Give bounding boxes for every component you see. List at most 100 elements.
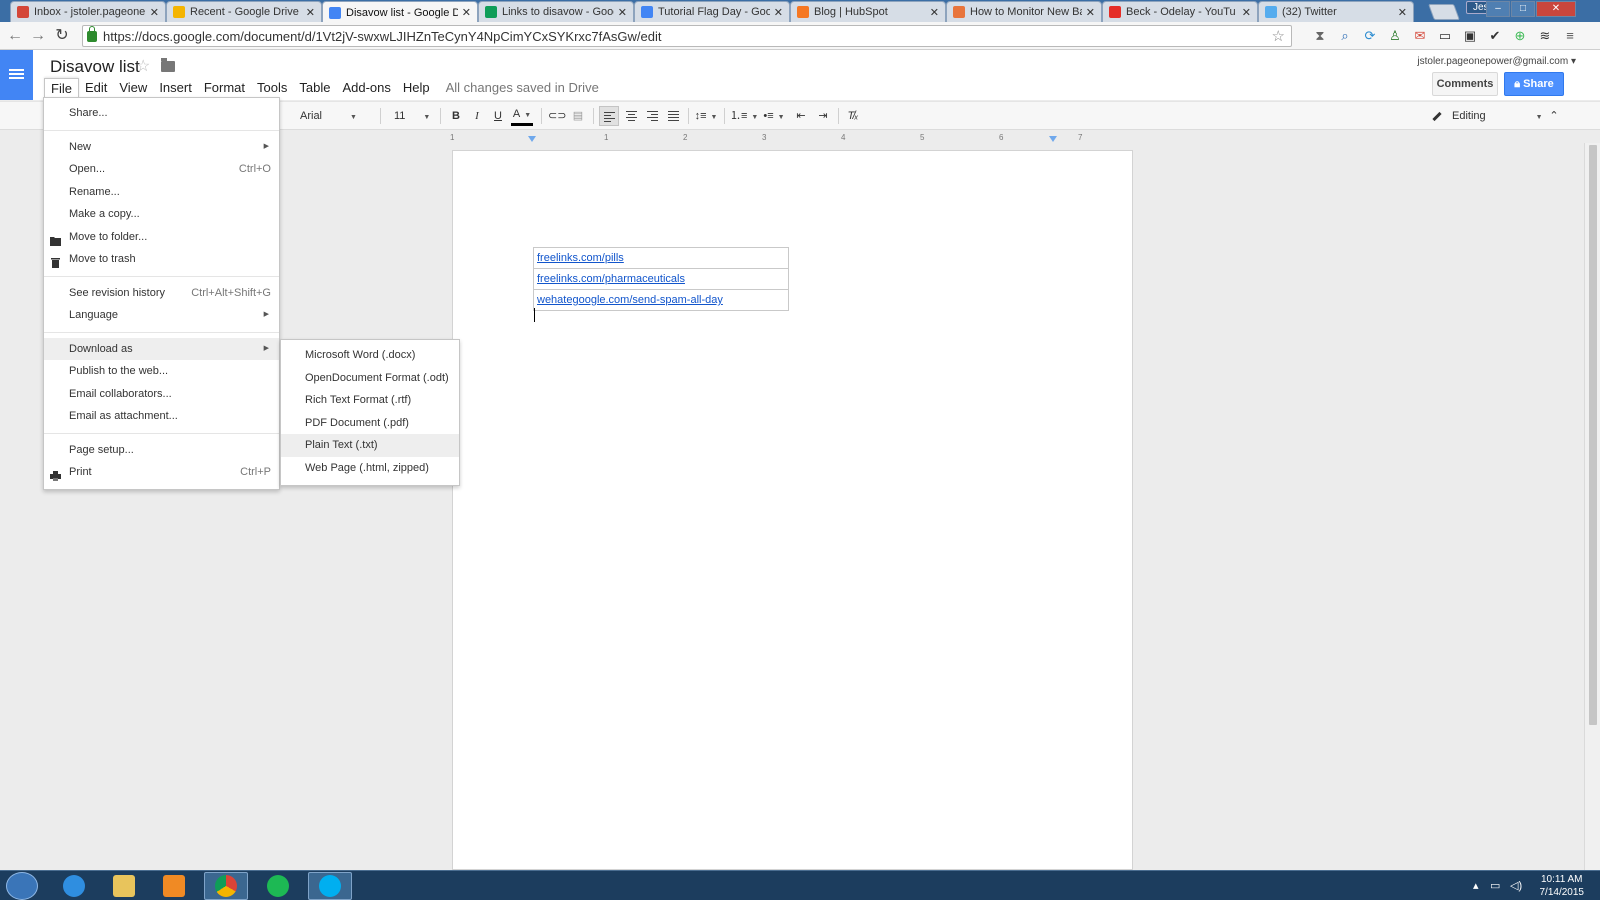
file-menu-download-as[interactable]: Download as ▶ <box>44 337 279 360</box>
address-bar[interactable]: https://docs.google.com/document/d/1Vt2j… <box>82 25 1292 47</box>
collapse-chevron-icon[interactable]: ⌃ <box>1545 106 1563 126</box>
ruler[interactable]: 1 1 2 3 4 5 6 7 <box>450 131 1133 143</box>
check-extension-icon[interactable]: ✔ <box>1486 27 1504 45</box>
file-menu-see-revision-history[interactable]: See revision history Ctrl+Alt+Shift+G <box>44 282 279 305</box>
url-text[interactable]: https://docs.google.com/document/d/1Vt2j… <box>103 29 1272 44</box>
table-cell[interactable]: freelinks.com/pharmaceuticals <box>533 268 789 290</box>
download-option[interactable]: Plain Text (.txt) <box>281 434 459 457</box>
close-window-button[interactable]: ✕ <box>1536 1 1576 17</box>
insert-comment-icon[interactable]: ▤ <box>570 106 586 126</box>
add-extension-icon[interactable]: ⊕ <box>1511 27 1529 45</box>
internet-explorer-icon[interactable] <box>52 872 96 900</box>
browser-tab[interactable]: Tutorial Flag Day - Googl ✕ <box>634 1 790 22</box>
line-spacing-icon[interactable]: ↕≡ ▼ <box>693 106 719 126</box>
align-right-icon[interactable] <box>642 106 662 126</box>
menu-insert[interactable]: Insert <box>153 78 198 98</box>
editing-mode-select[interactable]: Editing ▼ <box>1432 106 1543 126</box>
file-explorer-icon[interactable] <box>102 872 146 900</box>
document-title[interactable]: Disavow list <box>50 57 140 77</box>
file-menu-share[interactable]: Share... <box>44 102 279 125</box>
menu-view[interactable]: View <box>113 78 153 98</box>
download-option[interactable]: Microsoft Word (.docx) <box>281 344 459 367</box>
forward-arrow-icon[interactable]: → <box>28 26 48 46</box>
close-tab-icon[interactable]: ✕ <box>1086 6 1095 19</box>
counter-extension-icon[interactable]: ▣ <box>1461 27 1479 45</box>
menu-file[interactable]: File <box>44 78 79 98</box>
bulleted-list-icon[interactable]: •≡ ▼ <box>761 106 787 126</box>
layers-extension-icon[interactable]: ≋ <box>1536 27 1554 45</box>
back-arrow-icon[interactable]: ← <box>5 26 25 46</box>
clear-formatting-icon[interactable]: T̸ₓ <box>844 106 862 126</box>
reload-icon[interactable]: ↻ <box>52 26 72 46</box>
align-left-icon[interactable] <box>599 106 619 126</box>
browser-tab[interactable]: Beck - Odelay - YouTu ✕ <box>1102 1 1258 22</box>
browser-tab[interactable]: Inbox - jstoler.pageonepo ✕ <box>10 1 166 22</box>
italic-icon[interactable]: I <box>469 106 485 126</box>
underline-icon[interactable]: U <box>490 106 506 126</box>
folder-icon[interactable] <box>161 58 175 72</box>
minimize-button[interactable]: – <box>1486 1 1510 17</box>
save-status[interactable]: All changes saved in Drive <box>436 78 609 98</box>
tray-arrow-icon[interactable]: ▴ <box>1473 879 1479 892</box>
close-tab-icon[interactable]: ✕ <box>618 6 627 19</box>
file-menu-publish-to-the-web[interactable]: Publish to the web... <box>44 360 279 383</box>
file-menu-rename[interactable]: Rename... <box>44 181 279 204</box>
table-link[interactable]: freelinks.com/pharmaceuticals <box>537 273 685 285</box>
close-tab-icon[interactable]: ✕ <box>462 6 471 19</box>
comments-button[interactable]: Comments <box>1432 72 1498 96</box>
close-tab-icon[interactable]: ✕ <box>150 6 159 19</box>
menu-tools[interactable]: Tools <box>251 78 293 98</box>
close-tab-icon[interactable]: ✕ <box>1242 6 1251 19</box>
menu-edit[interactable]: Edit <box>79 78 113 98</box>
system-clock[interactable]: 10:11 AM 7/14/2015 <box>1540 873 1585 899</box>
network-icon[interactable]: ▭ <box>1490 879 1500 892</box>
file-menu-print[interactable]: Print Ctrl+P <box>44 461 279 484</box>
browser-tab[interactable]: Blog | HubSpot ✕ <box>790 1 946 22</box>
left-indent-marker[interactable] <box>528 136 536 142</box>
chrome-menu-icon[interactable]: ≡ <box>1561 27 1579 45</box>
close-tab-icon[interactable]: ✕ <box>1398 6 1407 19</box>
numbered-list-icon[interactable]: ⒈≡ ▼ <box>730 106 758 126</box>
menu-addons[interactable]: Add-ons <box>336 78 396 98</box>
menu-help[interactable]: Help <box>397 78 436 98</box>
gmail-extension-icon[interactable]: ✉ <box>1411 27 1429 45</box>
person-extension-icon[interactable]: ♙ <box>1386 27 1404 45</box>
file-menu-open[interactable]: Open... Ctrl+O <box>44 158 279 181</box>
star-document-icon[interactable]: ☆ <box>136 56 150 76</box>
increase-indent-icon[interactable]: ⇥ <box>814 106 832 126</box>
table-cell[interactable]: freelinks.com/pills <box>533 247 789 269</box>
align-center-icon[interactable] <box>621 106 641 126</box>
file-menu-new[interactable]: New ▶ <box>44 136 279 159</box>
browser-tab[interactable]: How to Monitor New Bac ✕ <box>946 1 1102 22</box>
close-tab-icon[interactable]: ✕ <box>930 6 939 19</box>
browser-tab[interactable]: Links to disavow - Google ✕ <box>478 1 634 22</box>
file-menu-move-to-folder[interactable]: Move to folder... <box>44 226 279 249</box>
browser-tab[interactable]: (32) Twitter ✕ <box>1258 1 1414 22</box>
browser-tab[interactable]: Recent - Google Drive ✕ <box>166 1 322 22</box>
media-player-icon[interactable] <box>152 872 196 900</box>
account-email[interactable]: jstoler.pageonepower@gmail.com ▾ <box>1417 56 1576 67</box>
font-family-select[interactable]: Arial ▼ <box>297 106 369 126</box>
sync-extension-icon[interactable]: ⟳ <box>1361 27 1379 45</box>
docs-home-icon[interactable] <box>0 50 33 100</box>
vertical-scrollbar[interactable] <box>1584 143 1600 870</box>
close-tab-icon[interactable]: ✕ <box>774 6 783 19</box>
menu-table[interactable]: Table <box>293 78 336 98</box>
download-option[interactable]: Rich Text Format (.rtf) <box>281 389 459 412</box>
browser-tab[interactable]: Disavow list - Google Do ✕ <box>322 1 478 23</box>
table-cell[interactable]: wehategoogle.com/send-spam-all-day <box>533 289 789 311</box>
file-menu-email-collaborators[interactable]: Email collaborators... <box>44 383 279 406</box>
file-menu-page-setup[interactable]: Page setup... <box>44 439 279 462</box>
font-size-select[interactable]: 11 ▼ <box>391 106 433 126</box>
new-tab-button[interactable] <box>1428 4 1460 20</box>
file-menu-make-a-copy[interactable]: Make a copy... <box>44 203 279 226</box>
skype-icon[interactable] <box>308 872 352 900</box>
volume-icon[interactable]: ◁) <box>1510 879 1522 892</box>
table-link[interactable]: freelinks.com/pills <box>537 252 624 264</box>
justify-icon[interactable] <box>663 106 683 126</box>
insert-link-icon[interactable]: ⊂⊃ <box>548 106 566 126</box>
file-menu-email-as-attachment[interactable]: Email as attachment... <box>44 405 279 428</box>
right-indent-marker[interactable] <box>1049 136 1057 142</box>
scrollbar-thumb[interactable] <box>1589 145 1597 725</box>
bookmark-star-icon[interactable]: ☆ <box>1272 27 1285 45</box>
